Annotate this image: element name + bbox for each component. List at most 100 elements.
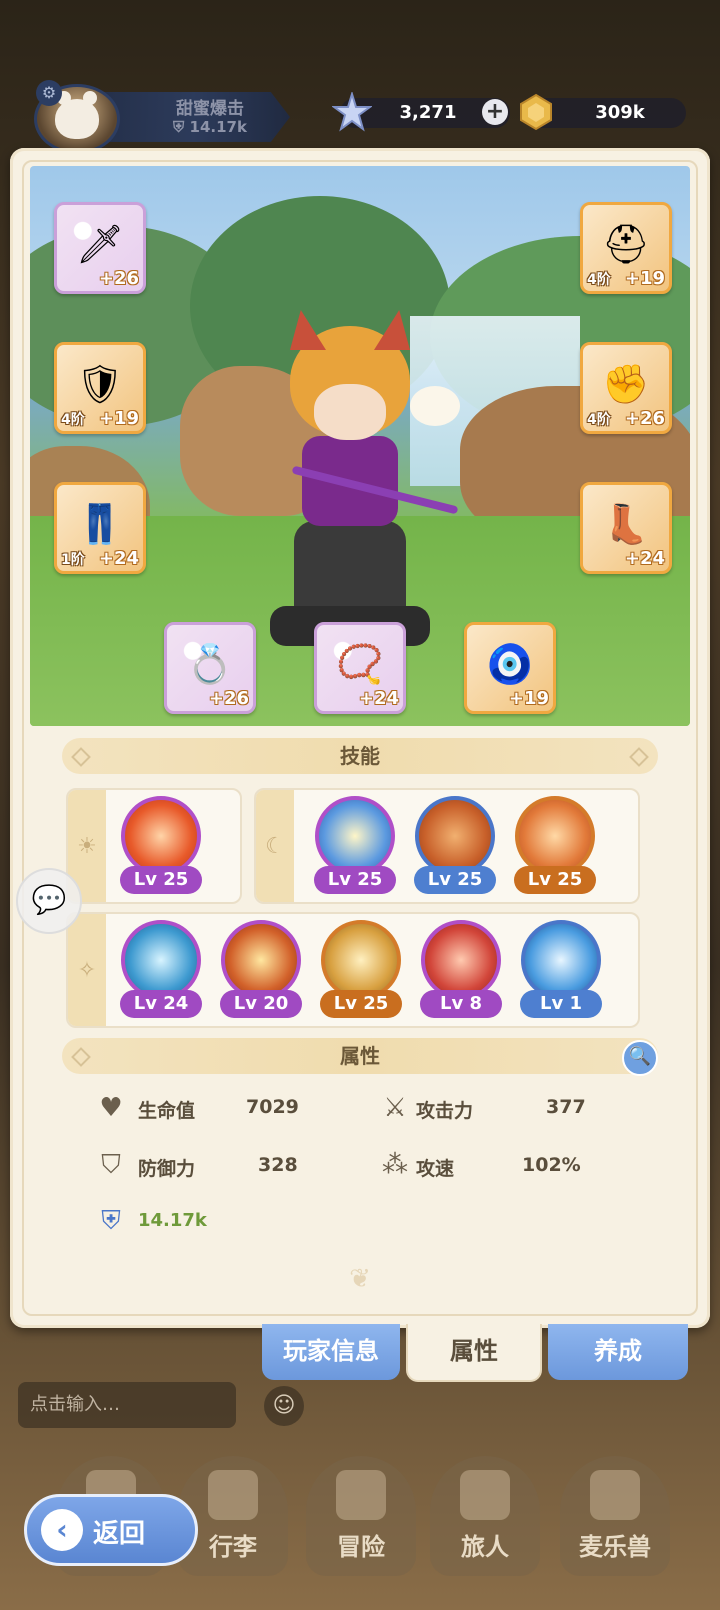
- skill-level: Lv 25: [320, 990, 402, 1018]
- tab-develop[interactable]: 养成: [548, 1324, 688, 1380]
- equip-ring-slot[interactable]: 💍 +26: [164, 622, 256, 714]
- boots-icon: 👢: [602, 501, 650, 546]
- skill-level: Lv 24: [120, 990, 202, 1018]
- back-arrow-icon: ‹: [41, 1509, 83, 1551]
- attributes-header: 属性: [62, 1038, 658, 1074]
- skill-slot[interactable]: Lv 25: [312, 796, 398, 900]
- hp-label: 生命值: [138, 1100, 196, 1122]
- back-button[interactable]: ‹ 返回: [24, 1494, 198, 1566]
- add-gem-button[interactable]: +: [482, 99, 508, 125]
- armor-icon: 🛡: [75, 361, 125, 406]
- skill-group-star: ✧ Lv 24 Lv 20 Lv 25 Lv 8 Lv 1: [66, 912, 640, 1028]
- attribute-detail-search-icon[interactable]: 🔍: [622, 1040, 658, 1076]
- emoji-icon[interactable]: ☺: [264, 1386, 304, 1426]
- equip-armor-slot[interactable]: 🛡 4阶 +19: [54, 342, 146, 434]
- chat-input[interactable]: 点击输入…: [18, 1382, 236, 1428]
- skills-title: 技能: [340, 744, 380, 768]
- skills-header: 技能: [62, 738, 658, 774]
- wing: [410, 386, 460, 426]
- skill-slot[interactable]: Lv 1: [518, 920, 604, 1024]
- skill-slot[interactable]: Lv 25: [318, 920, 404, 1024]
- amulet-icon: 🧿: [486, 641, 534, 686]
- equip-level: +26: [624, 408, 665, 429]
- skill-level: Lv 25: [514, 866, 596, 894]
- equip-gloves-slot[interactable]: ✊ 4阶 +26: [580, 342, 672, 434]
- dash-skill-icon: [521, 920, 601, 1000]
- target-skill-icon: [321, 920, 401, 1000]
- equip-level: +19: [624, 268, 665, 289]
- skill-slot[interactable]: Lv 25: [118, 796, 204, 900]
- slash-skill-icon: [121, 796, 201, 876]
- guild-name: 甜蜜爆击: [176, 99, 244, 119]
- nav-adventure[interactable]: 冒险: [306, 1456, 416, 1576]
- skill-slot[interactable]: Lv 20: [218, 920, 304, 1024]
- skill-slot[interactable]: Lv 24: [118, 920, 204, 1024]
- hero-face: [314, 384, 386, 440]
- equip-weapon-slot[interactable]: 🗡 +26: [54, 202, 146, 294]
- crossed-swords-icon: [336, 1470, 386, 1520]
- helmet-icon: ⛑: [601, 221, 651, 266]
- attack-value: 377: [546, 1096, 586, 1118]
- attack-speed-label: 攻速: [416, 1158, 455, 1180]
- cat-ornament-icon: ❦: [349, 1264, 371, 1294]
- hp-value: 7029: [246, 1096, 299, 1118]
- skill-level: Lv 8: [420, 990, 502, 1018]
- guild-badge[interactable]: ⚙ 甜蜜爆击 ⛨ 14.17k: [10, 80, 290, 154]
- ring-icon: 💍: [186, 641, 234, 686]
- skill-slot[interactable]: Lv 8: [418, 920, 504, 1024]
- skill-slot[interactable]: Lv 25: [512, 796, 598, 900]
- gem-counter: 3,271 +: [332, 92, 510, 132]
- cross-strike-skill-icon: [221, 920, 301, 1000]
- equip-necklace-slot[interactable]: 📿 +24: [314, 622, 406, 714]
- equip-tier: 4阶: [587, 272, 611, 288]
- bear-avatar-icon: [55, 91, 99, 139]
- nav-traveler[interactable]: 旅人: [430, 1456, 540, 1576]
- skill-level: Lv 1: [520, 990, 602, 1018]
- nav-traveler-label: 旅人: [461, 1533, 509, 1561]
- equip-pants-slot[interactable]: 👖 1阶 +24: [54, 482, 146, 574]
- equip-tier: 4阶: [61, 412, 85, 428]
- rank-emblem-icon: ⚙: [36, 80, 62, 106]
- tab-player-info[interactable]: 玩家信息: [262, 1324, 400, 1380]
- back-label: 返回: [93, 1519, 146, 1549]
- star-gem-icon: [332, 92, 372, 132]
- defense-label: 防御力: [138, 1158, 196, 1180]
- nav-pet-label: 麦乐兽: [579, 1533, 651, 1561]
- equip-amulet-slot[interactable]: 🧿 +19: [464, 622, 556, 714]
- shadow-skill-icon: [415, 796, 495, 876]
- skill-slot[interactable]: Lv 25: [412, 796, 498, 900]
- attributes-title: 属性: [340, 1044, 380, 1068]
- equip-level: +24: [358, 688, 399, 709]
- backpack-icon: [208, 1470, 258, 1520]
- hero-character[interactable]: [250, 306, 460, 656]
- guild-power-value: 14.17k: [189, 118, 247, 136]
- attack-speed-icon: ⁂: [382, 1150, 408, 1180]
- equip-tier: 1阶: [61, 552, 85, 568]
- coin-icon: [520, 93, 552, 131]
- chat-bubble-icon[interactable]: 💬: [16, 868, 82, 934]
- nav-pet[interactable]: 麦乐兽: [560, 1456, 670, 1576]
- crossed-swords-icon: ⚔: [383, 1093, 407, 1123]
- tab-attributes[interactable]: 属性: [406, 1324, 542, 1382]
- skill-level: Lv 25: [120, 866, 202, 894]
- defense-value: 328: [258, 1154, 298, 1176]
- skill-group-sun: ☀ Lv 25: [66, 788, 242, 904]
- gauntlet-icon: ✊: [602, 361, 650, 406]
- equip-helmet-slot[interactable]: ⛑ 4阶 +19: [580, 202, 672, 294]
- water-slash-skill-icon: [121, 920, 201, 1000]
- attack-speed-value: 102%: [522, 1154, 581, 1176]
- coin-amount: 309k: [595, 102, 645, 123]
- equip-level: +24: [98, 548, 139, 569]
- moon-icon: ☾: [256, 790, 294, 902]
- attack-label: 攻击力: [416, 1100, 474, 1122]
- pants-icon: 👖: [76, 501, 124, 546]
- skill-group-moon: ☾ Lv 25 Lv 25 Lv 25: [254, 788, 640, 904]
- skill-level: Lv 20: [220, 990, 302, 1018]
- coin-counter: 309k: [520, 93, 686, 131]
- traveler-face-icon: [460, 1470, 510, 1520]
- heart-icon: ♥: [99, 1093, 123, 1123]
- whirlwind-skill-icon: [515, 796, 595, 876]
- equip-boots-slot[interactable]: 👢 +24: [580, 482, 672, 574]
- shield-icon: ⛉: [101, 1150, 121, 1180]
- character-panel: 🗡 +26 ⛑ 4阶 +19 🛡 4阶 +19 ✊ 4阶 +26 👖 1阶 +2…: [10, 148, 710, 1328]
